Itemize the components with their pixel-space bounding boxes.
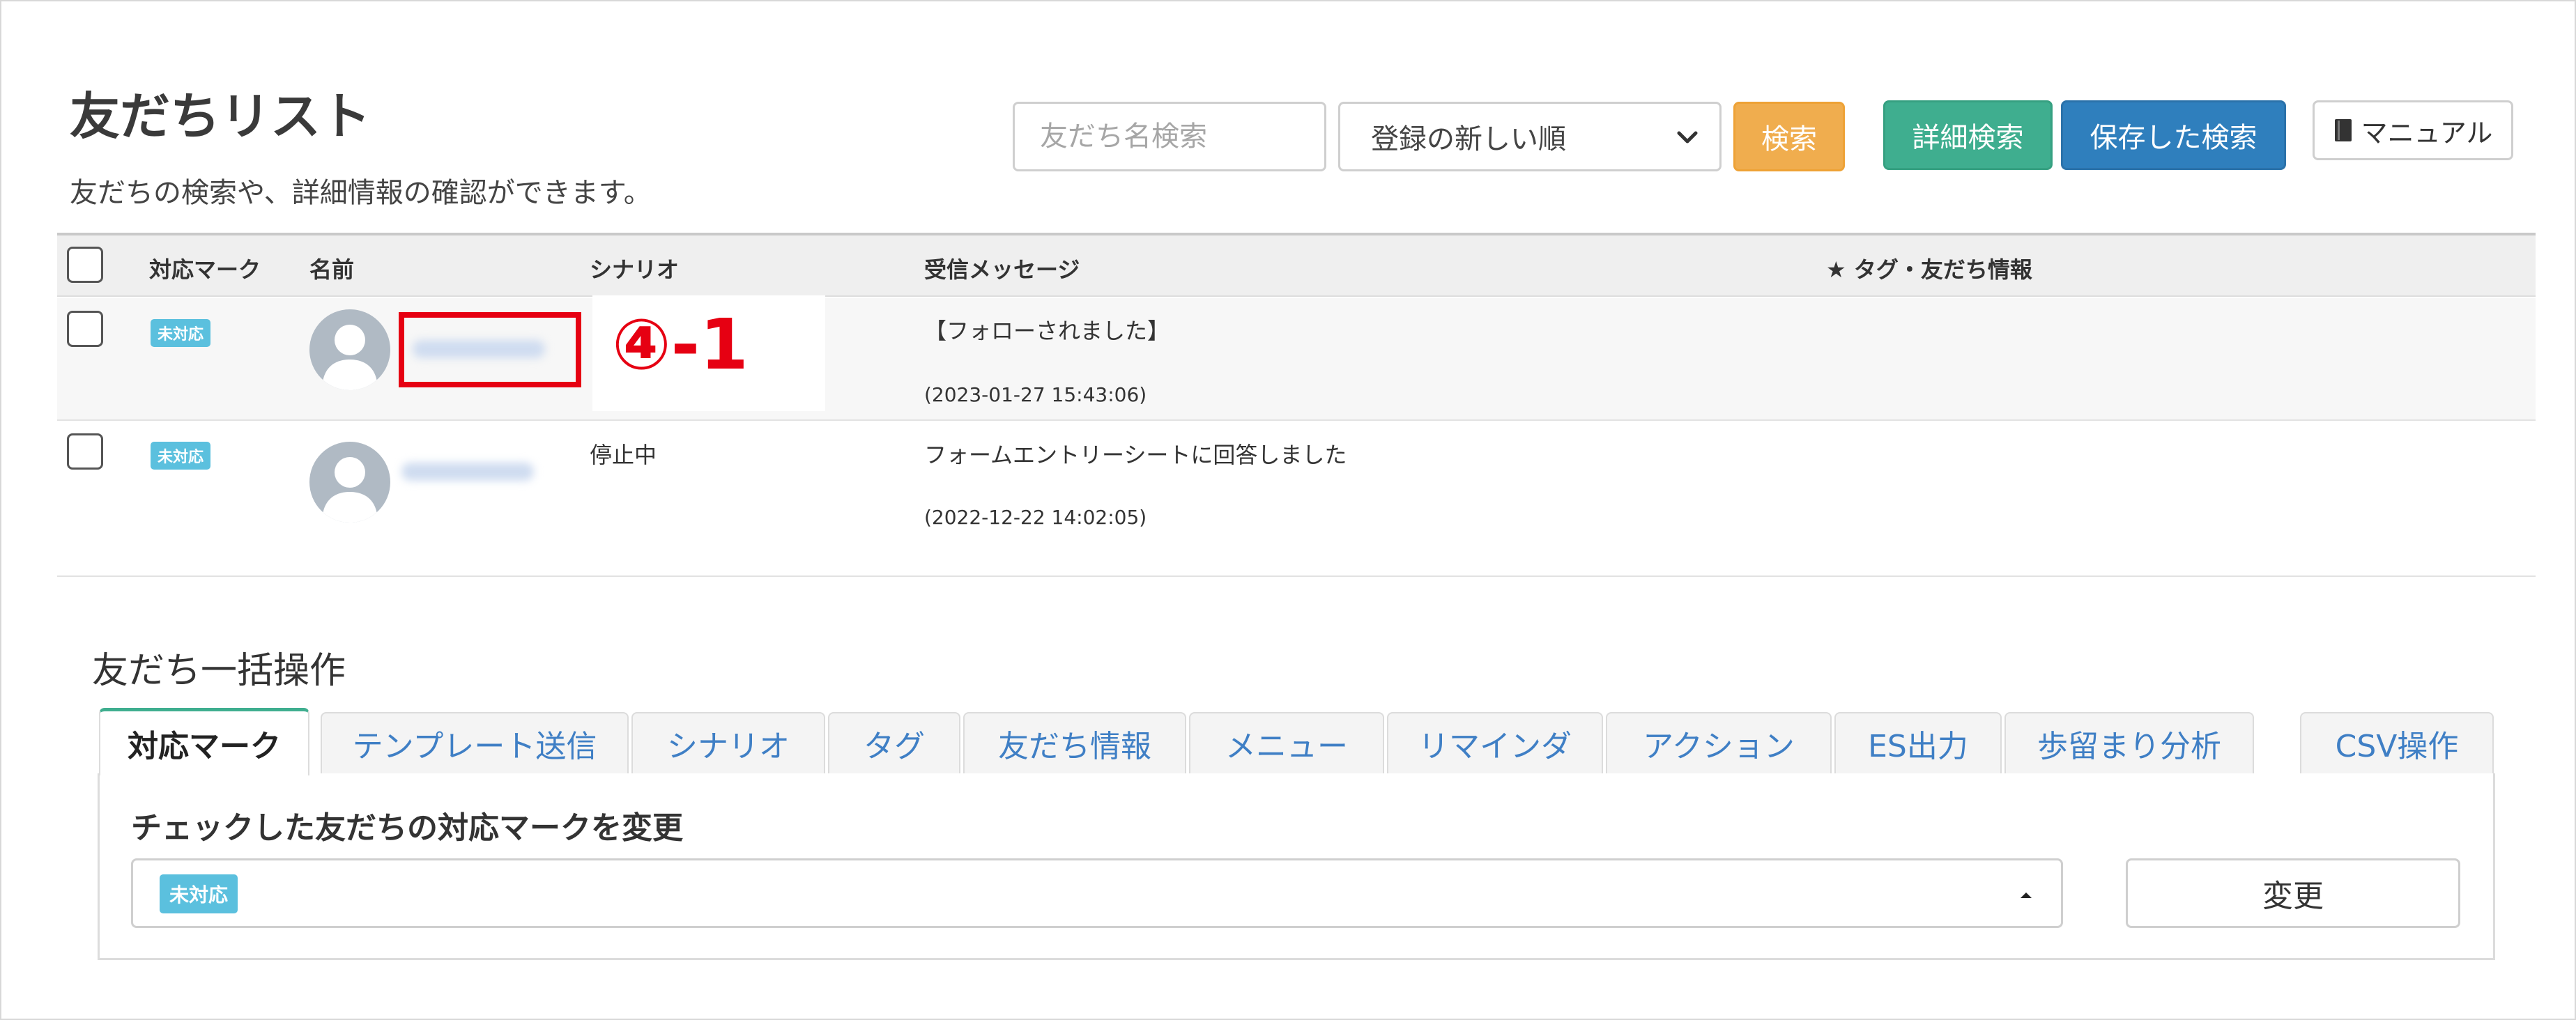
message-timestamp: (2023-01-27 15:43:06) <box>924 383 1147 406</box>
row-checkbox[interactable] <box>67 433 103 470</box>
tab-csv[interactable]: CSV操作 <box>2300 712 2494 773</box>
friend-name-search-input[interactable] <box>1013 102 1326 171</box>
message-text: フォームエントリーシートに回答しました <box>924 442 1347 468</box>
tab-reminder[interactable]: リマインダ <box>1387 712 1603 773</box>
tab-action[interactable]: アクション <box>1606 712 1832 773</box>
search-button[interactable]: 検索 <box>1733 102 1845 171</box>
page-title: 友だちリスト <box>70 87 371 146</box>
selected-mark-badge: 未対応 <box>160 874 238 913</box>
saved-search-button[interactable]: 保存した検索 <box>2061 100 2286 170</box>
column-header-message: 受信メッセージ <box>924 256 1080 283</box>
row-checkbox[interactable] <box>67 311 103 347</box>
sort-order-value: 登録の新しい順 <box>1371 123 1566 155</box>
chevron-down-icon <box>1677 131 1698 144</box>
sort-order-select[interactable]: 登録の新しい順 <box>1338 102 1722 171</box>
manual-button-label: マニュアル <box>2361 117 2493 148</box>
tab-scenario[interactable]: シナリオ <box>631 712 825 773</box>
highlight-box <box>399 312 581 387</box>
message-timestamp: (2022-12-22 14:02:05) <box>924 506 1147 529</box>
tab-retention-analysis[interactable]: 歩留まり分析 <box>2004 712 2254 773</box>
manual-button[interactable]: マニュアル <box>2313 100 2513 160</box>
scenario-status: 停止中 <box>590 442 657 468</box>
advanced-search-button[interactable]: 詳細検索 <box>1883 100 2053 170</box>
mark-select[interactable]: 未対応 <box>131 858 2063 928</box>
tab-tags[interactable]: タグ <box>828 712 960 773</box>
column-header-scenario: シナリオ <box>590 256 680 283</box>
avatar[interactable] <box>309 442 390 523</box>
bulk-operations-title: 友だち一括操作 <box>92 650 346 692</box>
message-text: 【フォローされました】 <box>924 318 1170 344</box>
column-header-mark: 対応マーク <box>149 256 261 283</box>
status-badge[interactable]: 未対応 <box>151 442 211 470</box>
tab-template-send[interactable]: テンプレート送信 <box>321 712 629 773</box>
panel-heading: チェックした友だちの対応マークを変更 <box>131 810 683 846</box>
select-all-checkbox[interactable] <box>67 247 103 283</box>
book-icon <box>2334 119 2352 141</box>
page-subtitle: 友だちの検索や、詳細情報の確認ができます。 <box>70 177 652 209</box>
tab-es-output[interactable]: ES出力 <box>1834 712 2002 773</box>
column-header-name: 名前 <box>309 256 355 283</box>
tab-friend-info[interactable]: 友だち情報 <box>963 712 1186 773</box>
tab-menu[interactable]: メニュー <box>1189 712 1384 773</box>
friends-table-header <box>57 233 2536 297</box>
caret-up-icon <box>2021 892 2032 898</box>
tab-mark[interactable]: 対応マーク <box>99 708 309 775</box>
step-label: ④-1 <box>612 304 749 385</box>
avatar[interactable] <box>309 309 390 390</box>
user-avatar-icon <box>322 325 378 390</box>
column-header-tags: ★ タグ・友だち情報 <box>1826 256 2032 283</box>
change-button[interactable]: 変更 <box>2126 858 2460 928</box>
user-avatar-icon <box>322 457 378 523</box>
status-badge[interactable]: 未対応 <box>151 319 211 347</box>
friend-name-link[interactable] <box>401 463 534 481</box>
